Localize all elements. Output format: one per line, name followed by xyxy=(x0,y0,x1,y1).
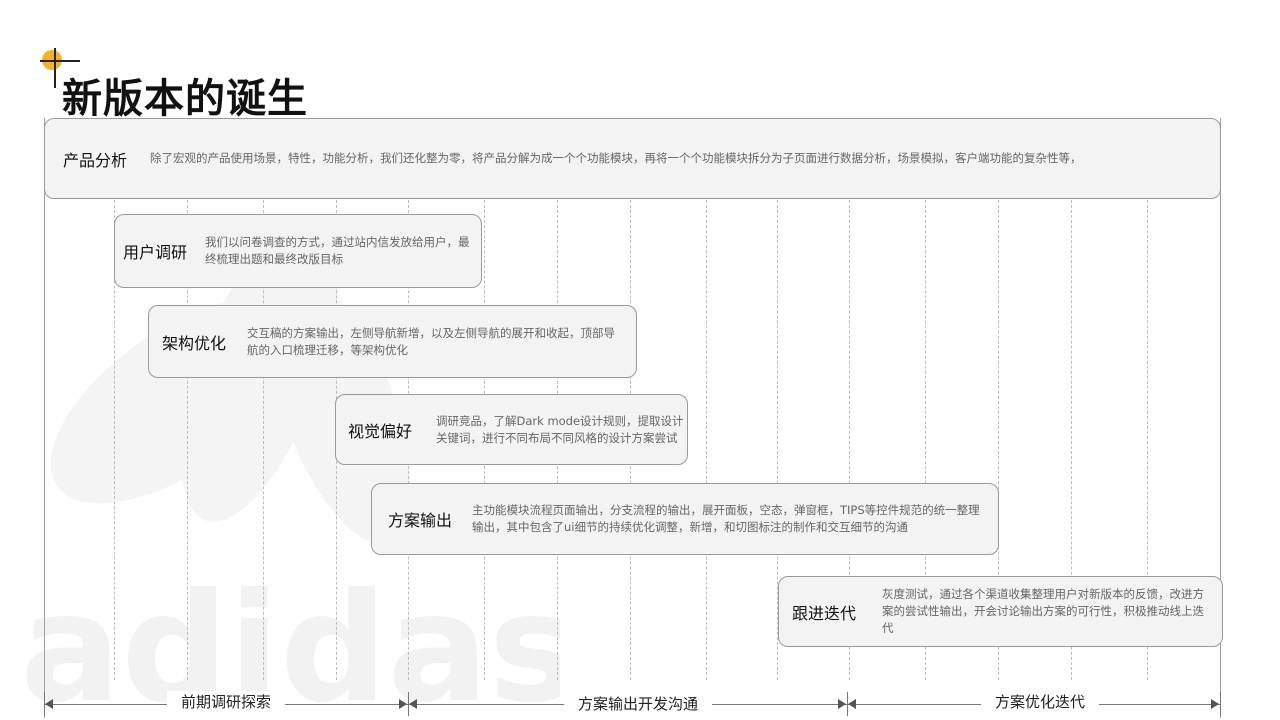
step-description: 我们以问卷调查的方式，通过站内信发放给用户，最终梳理出题和最终改版目标 xyxy=(205,235,470,266)
step-description: 主功能模块流程页面输出，分支流程的输出，展开面板，空态，弹窗框，TIPS等控件规… xyxy=(472,503,980,534)
grid-edge-left xyxy=(44,118,45,718)
phase-label-optimize-iterate: 方案优化迭代 xyxy=(980,691,1100,712)
phase-tick xyxy=(1220,692,1221,716)
step-label: 视觉偏好 xyxy=(348,421,413,441)
step-card-visual-preference: 视觉偏好 调研竞品，了解Dark mode设计规则，提取设计关键词，进行不同布局… xyxy=(335,394,688,465)
arrow-right-icon xyxy=(1211,699,1219,709)
step-description: 除了宏观的产品使用场景，特性，功能分析，我们还化整为零，将产品分解为成一个个功能… xyxy=(150,151,1082,165)
step-card-architecture: 架构优化 交互稿的方案输出，左侧导航新增，以及左侧导航的展开和收起，顶部导航的入… xyxy=(148,305,637,378)
title-crosshair-h xyxy=(40,60,80,62)
arrow-right-icon xyxy=(399,699,407,709)
arrow-left-icon xyxy=(848,699,856,709)
step-description: 交互稿的方案输出，左侧导航新增，以及左侧导航的展开和收起，顶部导航的入口梳理迁移… xyxy=(247,325,615,357)
step-description: 灰度测试，通过各个渠道收集整理用户对新版本的反馈，改进方案的尝试性输出，开会讨论… xyxy=(882,587,1204,635)
phase-label-early-research: 前期调研探索 xyxy=(166,691,286,712)
page-title: 新版本的诞生 xyxy=(62,76,308,122)
step-card-follow-up-iteration: 跟进迭代 灰度测试，通过各个渠道收集整理用户对新版本的反馈，改进方案的尝试性输出… xyxy=(778,576,1223,647)
arrow-left-icon xyxy=(45,699,53,709)
step-card-solution-output: 方案输出 主功能模块流程页面输出，分支流程的输出，展开面板，空态，弹窗框，TIP… xyxy=(371,483,999,555)
step-label: 产品分析 xyxy=(63,150,128,170)
grid-line xyxy=(706,200,707,680)
step-label: 跟进迭代 xyxy=(792,603,857,623)
step-card-product-analysis: 产品分析 除了宏观的产品使用场景，特性，功能分析，我们还化整为零，将产品分解为成… xyxy=(44,118,1221,199)
step-description: 调研竞品，了解Dark mode设计规则，提取设计关键词，进行不同布局不同风格的… xyxy=(436,413,684,445)
step-label: 架构优化 xyxy=(162,333,227,353)
step-card-user-research: 用户调研 我们以问卷调查的方式，通过站内信发放给用户，最终梳理出题和最终改版目标 xyxy=(114,214,482,288)
phase-label-output-dev: 方案输出开发沟通 xyxy=(563,693,713,714)
watermark-text: adidas xyxy=(20,562,560,720)
arrow-left-icon xyxy=(409,699,417,709)
title-crosshair-v xyxy=(54,48,56,88)
step-label: 方案输出 xyxy=(388,511,453,530)
arrow-right-icon xyxy=(838,699,846,709)
step-label: 用户调研 xyxy=(123,243,188,262)
